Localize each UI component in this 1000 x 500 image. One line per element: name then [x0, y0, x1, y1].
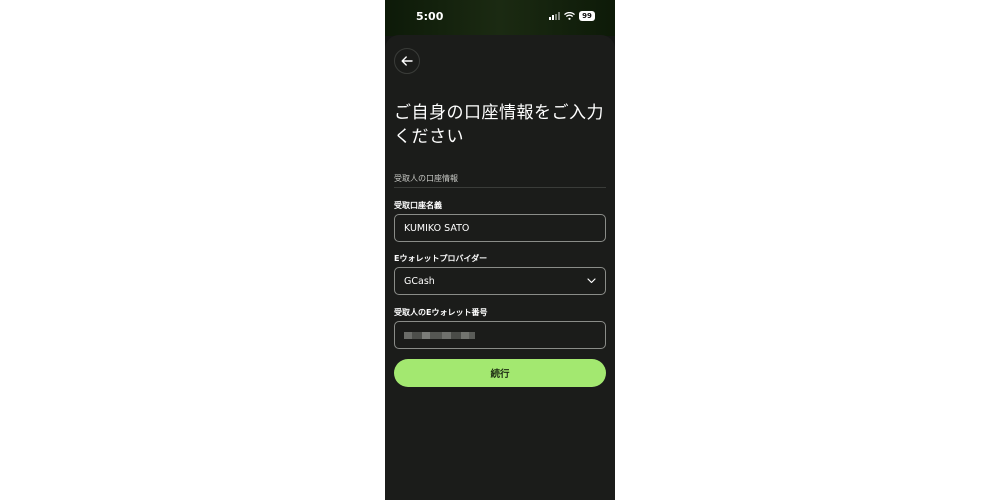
section-label: 受取人の口座情報 [394, 174, 458, 183]
account-name-input[interactable] [404, 222, 596, 234]
status-icons: 99 [549, 11, 595, 21]
wallet-number-label: 受取人のEウォレット番号 [394, 308, 488, 317]
section-divider [394, 187, 606, 188]
account-name-field[interactable] [394, 214, 606, 242]
page-title: ご自身の口座情報をご入力ください [394, 103, 604, 147]
provider-label: Eウォレットプロバイダー [394, 254, 488, 263]
arrow-left-icon [401, 56, 413, 66]
back-button[interactable] [394, 48, 420, 74]
redacted-wallet-number [404, 331, 475, 339]
provider-selected-value: GCash [404, 275, 435, 287]
phone-screen: 5:00 99 ご自身の口座情報をご入力ください 受取人の口座情報 受取口座名義… [385, 0, 615, 500]
wifi-icon [564, 12, 575, 20]
wallet-number-field[interactable] [394, 321, 606, 349]
continue-button[interactable]: 続行 [394, 359, 606, 387]
form-sheet: ご自身の口座情報をご入力ください 受取人の口座情報 受取口座名義 Eウォレットプ… [385, 35, 615, 500]
chevron-down-icon [587, 278, 596, 284]
battery-icon: 99 [579, 11, 595, 21]
provider-select[interactable]: GCash [394, 267, 606, 295]
status-bar: 5:00 99 [385, 0, 615, 36]
signal-icon [549, 12, 560, 20]
status-time: 5:00 [416, 10, 444, 23]
account-name-label: 受取口座名義 [394, 201, 442, 210]
